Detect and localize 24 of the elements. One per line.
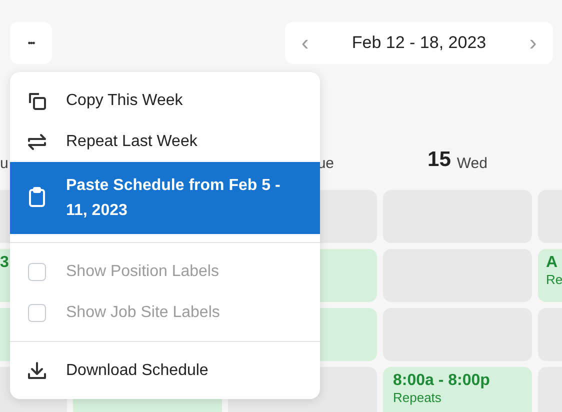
menu-item-label: Show Job Site Labels bbox=[66, 304, 220, 322]
menu-item-label: Show Position Labels bbox=[66, 262, 219, 280]
shift-time: A bbox=[546, 253, 558, 272]
shift-note: Repeats bbox=[393, 390, 442, 405]
menu-item-label: Copy This Week bbox=[66, 92, 183, 110]
clipboard-icon bbox=[26, 186, 48, 208]
menu-item[interactable]: Copy This Week bbox=[10, 80, 320, 121]
download-icon bbox=[26, 360, 48, 382]
day-header: u bbox=[0, 155, 8, 172]
menu-item-label: Repeat Last Week bbox=[66, 132, 198, 150]
more-button[interactable]: ••• bbox=[10, 22, 52, 64]
shift-cell[interactable]: A Re bbox=[538, 249, 562, 302]
menu-item[interactable]: Download Schedule bbox=[10, 350, 320, 391]
menu-item[interactable]: Paste Schedule from Feb 5 - 11, 2023 bbox=[10, 162, 320, 234]
shift-note: Re bbox=[546, 272, 562, 287]
shift-time: 8:00a - 8:00p bbox=[393, 371, 490, 390]
shift-time: 3 bbox=[0, 253, 9, 272]
day-name: Wed bbox=[456, 155, 488, 172]
week-label: Feb 12 - 18, 2023 bbox=[352, 33, 486, 53]
menu-item-label: Download Schedule bbox=[66, 362, 208, 380]
menu-item[interactable]: Repeat Last Week bbox=[10, 121, 320, 162]
shift-cell[interactable]: 8:00a - 8:00p Repeats bbox=[383, 367, 532, 412]
day-number: 15 bbox=[428, 148, 451, 172]
menu-item-label: Paste Schedule from Feb 5 - 11, 2023 bbox=[66, 176, 282, 221]
